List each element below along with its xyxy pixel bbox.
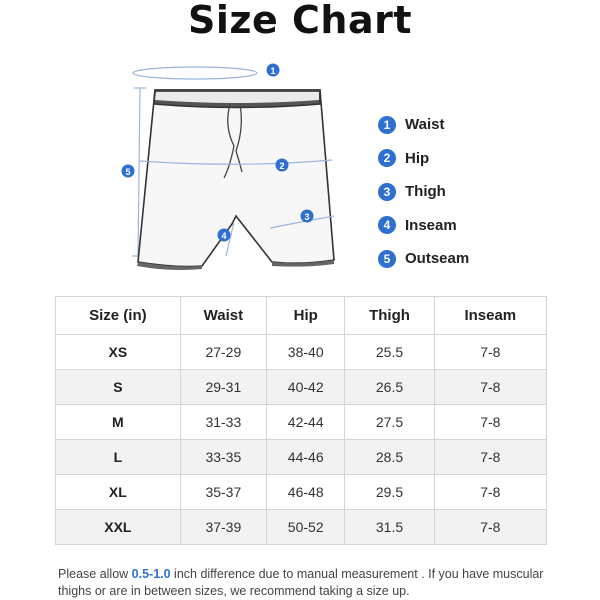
marker-3: 3 (300, 209, 314, 223)
marker-5-label: 5 (125, 167, 130, 177)
header-thigh: Thigh (344, 296, 435, 335)
legend-number-1: 1 (378, 115, 396, 134)
thigh-cell: 31.5 (344, 509, 435, 545)
marker-4-label: 4 (221, 231, 226, 241)
marker-4: 4 (217, 228, 231, 242)
waist-measure-line (132, 66, 258, 80)
table-row: XXL 37-39 50-52 31.5 7-8 (55, 509, 548, 545)
legend-label-hip: Hip (405, 149, 430, 167)
outseam-measure-line (137, 87, 141, 257)
hip-cell: 44-46 (265, 439, 346, 475)
table-row: L 33-35 44-46 28.5 7-8 (55, 439, 548, 475)
thigh-cell: 26.5 (344, 369, 435, 405)
legend-item-waist: 1 Waist (378, 108, 469, 142)
legend-item-hip: 2 Hip (378, 142, 469, 176)
marker-3-label: 3 (304, 212, 309, 222)
table-row: M 31-33 42-44 27.5 7-8 (55, 404, 548, 440)
header-size: Size (in) (55, 296, 181, 335)
inseam-cell: 7-8 (433, 369, 548, 405)
note-text-before: Please allow (58, 567, 132, 581)
page-title: Size Chart (187, 0, 412, 42)
legend-number-4: 4 (378, 216, 396, 235)
legend-label-waist: Waist (405, 116, 445, 134)
legend-item-thigh: 3 Thigh (378, 175, 469, 209)
marker-2-label: 2 (279, 161, 284, 171)
size-cell: S (55, 369, 181, 405)
marker-5: 5 (121, 164, 135, 178)
inseam-cell: 7-8 (433, 334, 548, 370)
hip-cell: 42-44 (265, 404, 346, 440)
header-inseam: Inseam (433, 296, 548, 335)
size-cell: XS (55, 334, 181, 370)
waist-cell: 27-29 (179, 334, 267, 370)
marker-1: 1 (266, 63, 280, 77)
thigh-cell: 29.5 (344, 474, 435, 510)
hip-cell: 38-40 (265, 334, 346, 370)
thigh-cell: 28.5 (344, 439, 435, 475)
size-cell: L (55, 439, 181, 475)
legend-number-5: 5 (378, 249, 396, 268)
waist-cell: 33-35 (179, 439, 267, 475)
table-row: XS 27-29 38-40 25.5 7-8 (55, 334, 548, 370)
size-cell: XXL (55, 509, 181, 545)
legend-label-outseam: Outseam (405, 250, 470, 268)
header-hip: Hip (265, 296, 346, 335)
measurement-legend: 1 Waist 2 Hip 3 Thigh 4 Inseam 5 Outseam (378, 108, 469, 276)
legend-item-outseam: 5 Outseam (378, 242, 469, 276)
hip-cell: 46-48 (265, 474, 346, 510)
thigh-cell: 27.5 (344, 404, 435, 440)
waist-cell: 29-31 (179, 369, 267, 405)
note-highlight: 0.5-1.0 (131, 567, 171, 581)
marker-1-label: 1 (270, 66, 275, 76)
size-cell: M (55, 404, 181, 440)
hip-cell: 40-42 (265, 369, 346, 405)
thigh-cell: 25.5 (344, 334, 435, 370)
inseam-cell: 7-8 (433, 474, 548, 510)
legend-number-2: 2 (378, 149, 396, 168)
inseam-cell: 7-8 (433, 404, 548, 440)
waist-cell: 37-39 (179, 509, 267, 545)
table-row: S 29-31 40-42 26.5 7-8 (55, 369, 548, 405)
header-waist: Waist (179, 296, 267, 335)
inseam-cell: 7-8 (433, 439, 548, 475)
table-header-row: Size (in) Waist Hip Thigh Inseam (55, 296, 548, 335)
measurement-note: Please allow 0.5-1.0 inch difference due… (58, 566, 558, 600)
legend-item-inseam: 4 Inseam (378, 209, 469, 243)
shorts-body (137, 89, 335, 268)
legend-label-inseam: Inseam (405, 216, 457, 234)
marker-2: 2 (275, 158, 289, 172)
size-table: Size (in) Waist Hip Thigh Inseam XS 27-2… (55, 296, 548, 545)
waist-cell: 35-37 (179, 474, 267, 510)
inseam-cell: 7-8 (433, 509, 548, 545)
legend-number-3: 3 (378, 182, 396, 201)
size-cell: XL (55, 474, 181, 510)
hip-cell: 50-52 (265, 509, 346, 545)
waist-cell: 31-33 (179, 404, 267, 440)
shorts-diagram: 1 2 3 4 5 (121, 63, 335, 270)
legend-label-thigh: Thigh (405, 183, 446, 201)
table-row: XL 35-37 46-48 29.5 7-8 (55, 474, 548, 510)
